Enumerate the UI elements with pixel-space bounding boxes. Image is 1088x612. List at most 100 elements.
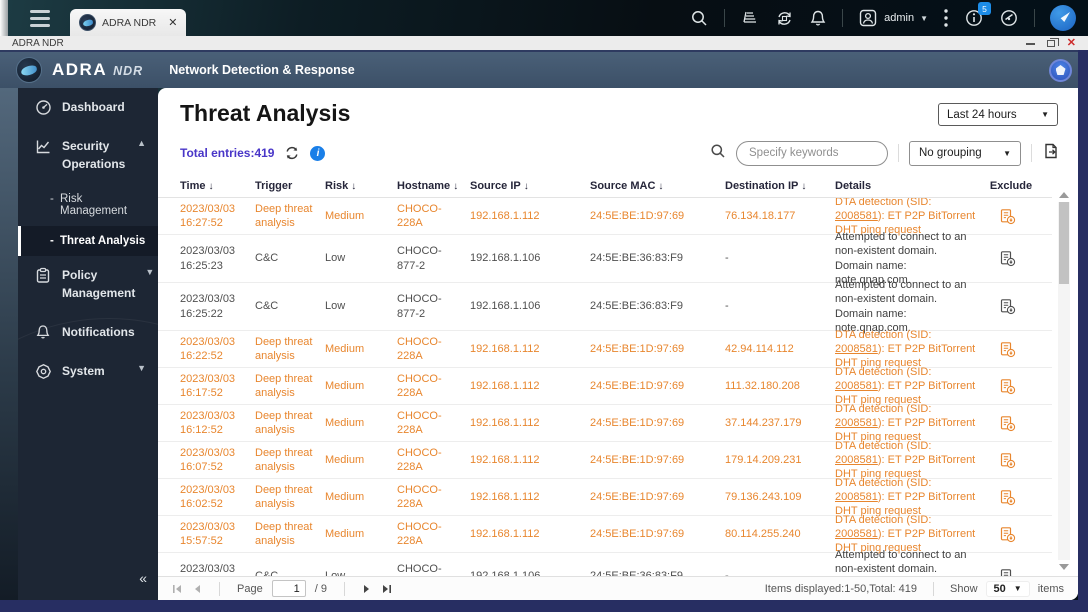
background-tasks-icon[interactable] xyxy=(740,9,760,27)
cell-destination-ip: 76.134.18.177 xyxy=(725,209,796,222)
export-icon[interactable] xyxy=(1042,142,1060,165)
sidebar-item-security-operations[interactable]: Security Operations ▲ xyxy=(18,127,158,184)
table-row[interactable]: 2023/03/03 16:25:23 C&C Low CHOCO-877-2 1… xyxy=(158,231,1052,286)
chevron-down-icon: ▼ xyxy=(145,267,155,278)
cell-trigger: Deep threat analysis xyxy=(255,409,313,436)
cell-trigger: Deep threat analysis xyxy=(255,335,313,362)
sid-link[interactable]: 2008581 xyxy=(835,528,878,540)
table-row[interactable]: 2023/03/03 16:17:52 Deep threat analysis … xyxy=(158,366,1052,406)
close-button[interactable]: ✕ xyxy=(1067,37,1076,49)
sidebar-item-threat-analysis[interactable]: Threat Analysis xyxy=(18,226,158,257)
sid-link[interactable]: 2008581 xyxy=(835,454,878,466)
sid-link[interactable]: 2008581 xyxy=(835,491,878,503)
sid-link[interactable]: 2008581 xyxy=(835,417,878,429)
notifications-bell-icon[interactable] xyxy=(809,9,827,28)
tab-close-icon[interactable]: ✕ xyxy=(168,16,177,29)
table-search-icon[interactable] xyxy=(710,143,726,164)
main-menu-icon[interactable] xyxy=(30,9,50,27)
exclude-button[interactable] xyxy=(985,568,1037,576)
user-menu[interactable]: admin ▼ xyxy=(858,8,928,28)
sync-status-icon[interactable] xyxy=(775,9,794,28)
sidebar-item-system[interactable]: System ▼ xyxy=(18,352,158,391)
cell-hostname: CHOCO-228A xyxy=(397,202,442,229)
refresh-icon[interactable] xyxy=(284,145,300,161)
sidebar-item-policy-management[interactable]: Policy Management ▼ xyxy=(18,256,158,313)
table-scrollbar[interactable] xyxy=(1058,192,1070,570)
sidebar-item-dashboard[interactable]: Dashboard xyxy=(18,88,158,127)
chevron-down-icon: ▼ xyxy=(1003,148,1011,158)
first-page-icon[interactable] xyxy=(172,584,184,594)
grouping-select[interactable]: No grouping ▼ xyxy=(909,140,1021,166)
app-tab-adra-ndr[interactable]: ADRA NDR ✕ xyxy=(70,9,187,36)
time-range-value: Last 24 hours xyxy=(947,108,1017,121)
cell-destination-ip: 79.136.243.109 xyxy=(725,490,802,503)
cell-destination-ip: 42.94.114.112 xyxy=(725,342,794,355)
resource-monitor-icon[interactable] xyxy=(999,8,1019,28)
table-row[interactable]: 2023/03/03 16:12:52 Deep threat analysis … xyxy=(158,403,1052,443)
cell-trigger: C&C xyxy=(255,569,325,576)
cell-time: 2023/03/0315:55:22 xyxy=(180,563,236,576)
last-page-icon[interactable] xyxy=(380,584,392,594)
notification-count-badge: 5 xyxy=(978,2,991,15)
exclude-button[interactable] xyxy=(985,489,1037,506)
search-input[interactable] xyxy=(737,147,887,159)
cell-trigger: Deep threat analysis xyxy=(255,446,313,473)
info-circle-icon[interactable]: i xyxy=(310,145,326,161)
dashboard-gauge-icon xyxy=(34,99,52,116)
header-avatar-icon[interactable] xyxy=(1049,58,1072,82)
cell-source-ip: 192.168.1.112 xyxy=(470,416,540,429)
scrollbar-thumb[interactable] xyxy=(1059,202,1069,284)
scrollbar-track[interactable] xyxy=(1058,202,1070,560)
page-size-select[interactable]: 50 ▼ xyxy=(985,580,1030,597)
prev-page-icon[interactable] xyxy=(193,584,202,594)
scroll-down-icon[interactable] xyxy=(1059,564,1069,570)
security-chart-icon xyxy=(34,138,52,155)
time-range-select[interactable]: Last 24 hours ▼ xyxy=(938,103,1058,126)
table-row[interactable]: 2023/03/03 16:22:52 Deep threat analysis … xyxy=(158,329,1052,369)
exclude-button[interactable] xyxy=(985,452,1037,469)
chevron-down-icon: ▼ xyxy=(1013,584,1022,593)
window-title: ADRA NDR xyxy=(12,37,64,49)
column-header-hostname[interactable]: Hostname ↓ xyxy=(397,180,470,192)
cell-destination-ip: - xyxy=(725,300,729,313)
qnap-launcher-icon[interactable] xyxy=(1050,5,1076,31)
sid-link[interactable]: 2008581 xyxy=(835,380,878,392)
sidebar-item-label: Notifications xyxy=(62,324,135,339)
column-header-source-ip[interactable]: Source IP ↓ xyxy=(470,180,590,192)
table-row[interactable]: 2023/03/03 16:07:52 Deep threat analysis … xyxy=(158,440,1052,480)
cell-risk: Medium xyxy=(325,342,365,355)
column-header-details: Details xyxy=(835,179,872,192)
cell-risk: Medium xyxy=(325,209,365,222)
column-header-source-mac[interactable]: Source MAC ↓ xyxy=(590,180,725,192)
maximize-button[interactable] xyxy=(1046,37,1059,47)
sidebar-collapse-button[interactable]: « xyxy=(139,570,147,586)
table-row[interactable]: 2023/03/03 16:02:52 Deep threat analysis … xyxy=(158,477,1052,517)
column-header-destination-ip[interactable]: Destination IP ↓ xyxy=(725,180,835,192)
sid-link[interactable]: 2008581 xyxy=(835,343,878,355)
table-row[interactable]: 2023/03/03 16:25:22 C&C Low CHOCO-877-2 1… xyxy=(158,279,1052,334)
table-row[interactable]: 2023/03/0315:55:22 C&C Low CHOCO-877-2 1… xyxy=(158,549,1052,576)
cell-risk: Medium xyxy=(325,416,365,429)
scroll-up-icon[interactable] xyxy=(1059,192,1069,198)
exclude-button[interactable] xyxy=(985,415,1037,432)
keyword-search-field[interactable]: ▼ xyxy=(736,140,888,166)
column-header-risk[interactable]: Risk ↓ xyxy=(325,180,397,192)
exclude-button[interactable] xyxy=(985,250,1037,267)
exclude-button[interactable] xyxy=(985,298,1037,315)
page-input[interactable] xyxy=(271,580,306,597)
sidebar-item-notifications[interactable]: Notifications xyxy=(18,313,158,352)
divider xyxy=(1034,9,1035,27)
minimize-button[interactable] xyxy=(1025,43,1035,45)
exclude-button[interactable] xyxy=(985,341,1037,358)
exclude-button[interactable] xyxy=(985,378,1037,395)
column-header-time[interactable]: Time ↓ xyxy=(180,180,255,192)
search-icon[interactable] xyxy=(690,9,709,28)
sidebar-item-risk-management[interactable]: Risk Management xyxy=(18,184,158,226)
sid-link[interactable]: 2008581 xyxy=(835,210,878,222)
next-page-icon[interactable] xyxy=(362,584,371,594)
exclude-button[interactable] xyxy=(985,208,1037,225)
kebab-menu-icon[interactable] xyxy=(943,8,949,28)
system-info-icon[interactable]: 5 xyxy=(964,2,991,28)
exclude-button[interactable] xyxy=(985,526,1037,543)
cell-source-mac: 24:5E:BE:1D:97:69 xyxy=(590,209,685,222)
